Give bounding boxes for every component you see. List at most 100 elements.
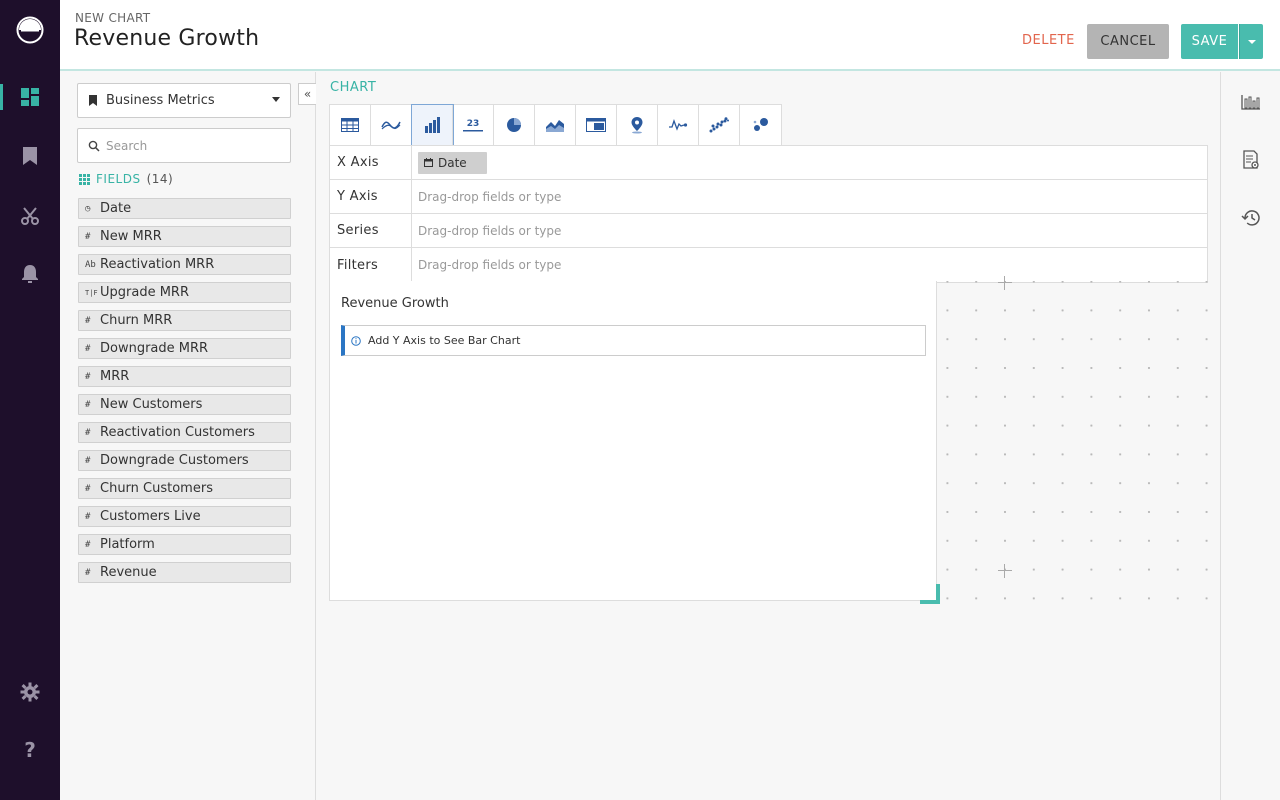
info-notice: Add Y Axis to See Bar Chart: [341, 325, 926, 356]
save-options-button[interactable]: [1239, 24, 1263, 59]
axis-row-y: Y Axis Drag-drop fields or type: [330, 180, 1207, 214]
axis-label: X Axis: [330, 146, 412, 179]
grid-icon: [79, 173, 90, 185]
chart-type-sparkline[interactable]: [658, 105, 699, 145]
field-search: [77, 128, 291, 163]
chart-type-scatter[interactable]: [699, 105, 740, 145]
cancel-button[interactable]: CANCEL: [1087, 24, 1169, 59]
chart-type-pivot[interactable]: [576, 105, 617, 145]
axis-label: Filters: [330, 248, 412, 282]
delete-button[interactable]: DELETE: [1022, 33, 1075, 48]
field-type-icon: #: [85, 539, 91, 550]
field-item[interactable]: # Customers Live: [78, 506, 291, 527]
dataset-select[interactable]: Business Metrics: [77, 83, 291, 118]
field-item[interactable]: # Platform: [78, 534, 291, 555]
search-icon: [88, 140, 100, 152]
fields-header: FIELDS (14): [79, 172, 173, 186]
field-item[interactable]: # MRR: [78, 366, 291, 387]
gear-icon[interactable]: [18, 680, 42, 704]
bell-icon[interactable]: [18, 262, 42, 286]
chart-type-bubble[interactable]: [740, 105, 781, 145]
svg-text:23: 23: [467, 119, 480, 129]
dashboard-icon[interactable]: [18, 85, 42, 109]
field-type-icon: #: [85, 483, 91, 494]
chart-editor-header: NEW CHART Revenue Growth DELETE CANCEL S…: [60, 0, 1280, 71]
field-type-icon: #: [85, 511, 91, 522]
dropzone-placeholder: Drag-drop fields or type: [418, 258, 562, 272]
filters-dropzone[interactable]: Drag-drop fields or type: [412, 248, 1207, 282]
chart-type-map[interactable]: [617, 105, 658, 145]
fields-panel: Business Metrics FIELDS (14) ◷ Date # New …: [61, 72, 316, 800]
field-name: New Customers: [100, 397, 203, 412]
chart-type-bar-selected[interactable]: [411, 104, 454, 146]
field-item[interactable]: ◷ Date: [78, 198, 291, 219]
chart-type-number[interactable]: 23: [453, 105, 494, 145]
help-icon[interactable]: ?: [18, 738, 42, 762]
chart-type-pie[interactable]: [494, 105, 535, 145]
field-item[interactable]: # Reactivation Customers: [78, 422, 291, 443]
field-name: New MRR: [100, 229, 162, 244]
chart-title[interactable]: Revenue Growth: [74, 26, 259, 51]
field-item[interactable]: # Revenue: [78, 562, 291, 583]
axis-label: Series: [330, 214, 412, 247]
dropzone-placeholder: Drag-drop fields or type: [418, 189, 562, 204]
bubble-chart-icon: [753, 118, 768, 131]
table-icon: [341, 118, 359, 132]
chart-preview: Revenue Growth Add Y Axis to See Bar Cha…: [329, 281, 937, 601]
field-type-icon: ◷: [85, 203, 91, 214]
info-icon: [351, 335, 361, 346]
y-axis-dropzone[interactable]: Drag-drop fields or type: [412, 180, 1207, 213]
layout-grid: [936, 281, 1220, 603]
chevron-down-icon: [1247, 39, 1256, 44]
chart-type-line[interactable]: [371, 105, 412, 145]
field-type-icon: #: [85, 371, 91, 382]
field-item[interactable]: Ab Reactivation MRR: [78, 254, 291, 275]
chart-type-area[interactable]: [535, 105, 576, 145]
chart-settings-icon[interactable]: [1239, 90, 1263, 114]
logo-icon[interactable]: [15, 15, 45, 45]
field-type-icon: #: [85, 343, 91, 354]
chart-type-table[interactable]: [330, 105, 371, 145]
sparkline-icon: [669, 119, 688, 131]
field-item[interactable]: # Downgrade MRR: [78, 338, 291, 359]
field-item[interactable]: # Downgrade Customers: [78, 450, 291, 471]
pie-chart-icon: [507, 118, 521, 132]
field-name: Customers Live: [100, 509, 201, 524]
axis-row-x: X Axis Date: [330, 146, 1207, 180]
caret-down-icon: [272, 97, 280, 102]
series-dropzone[interactable]: Drag-drop fields or type: [412, 214, 1207, 247]
resize-handle[interactable]: [920, 584, 940, 604]
field-name: Reactivation Customers: [100, 425, 255, 440]
field-type-icon: Ab: [85, 259, 96, 270]
bar-chart-icon: [425, 117, 440, 133]
field-item[interactable]: # New Customers: [78, 394, 291, 415]
search-input[interactable]: [106, 137, 284, 155]
field-pill[interactable]: Date: [418, 151, 487, 174]
x-axis-dropzone[interactable]: Date: [412, 146, 1207, 179]
axis-row-filters: Filters Drag-drop fields or type: [330, 248, 1207, 282]
dropzone-placeholder: Drag-drop fields or type: [418, 223, 562, 238]
pivot-table-icon: [586, 118, 606, 132]
field-name: Churn Customers: [100, 481, 213, 496]
field-type-icon: #: [85, 231, 91, 242]
field-type-icon: #: [85, 427, 91, 438]
report-settings-icon[interactable]: [1239, 148, 1263, 172]
preview-title: Revenue Growth: [341, 296, 449, 311]
scissors-icon[interactable]: [18, 204, 42, 228]
collapse-panel-button[interactable]: «: [298, 83, 316, 105]
bookmark-icon[interactable]: [18, 144, 42, 168]
field-item[interactable]: T|F Upgrade MRR: [78, 282, 291, 303]
field-item[interactable]: # New MRR: [78, 226, 291, 247]
field-item[interactable]: # Churn MRR: [78, 310, 291, 331]
axis-label: Y Axis: [330, 180, 412, 213]
field-type-icon: #: [85, 399, 91, 410]
right-tool-panel: [1220, 72, 1280, 800]
axis-config: X Axis Date Y Axis Drag-drop fields or t…: [329, 145, 1208, 283]
notice-text: Add Y Axis to See Bar Chart: [368, 334, 521, 347]
field-item[interactable]: # Churn Customers: [78, 478, 291, 499]
field-name: Revenue: [100, 565, 157, 580]
chart-type-bar: 23: [329, 104, 782, 146]
history-icon[interactable]: [1239, 206, 1263, 230]
calendar-icon: [424, 158, 433, 167]
save-button[interactable]: SAVE: [1181, 24, 1238, 59]
